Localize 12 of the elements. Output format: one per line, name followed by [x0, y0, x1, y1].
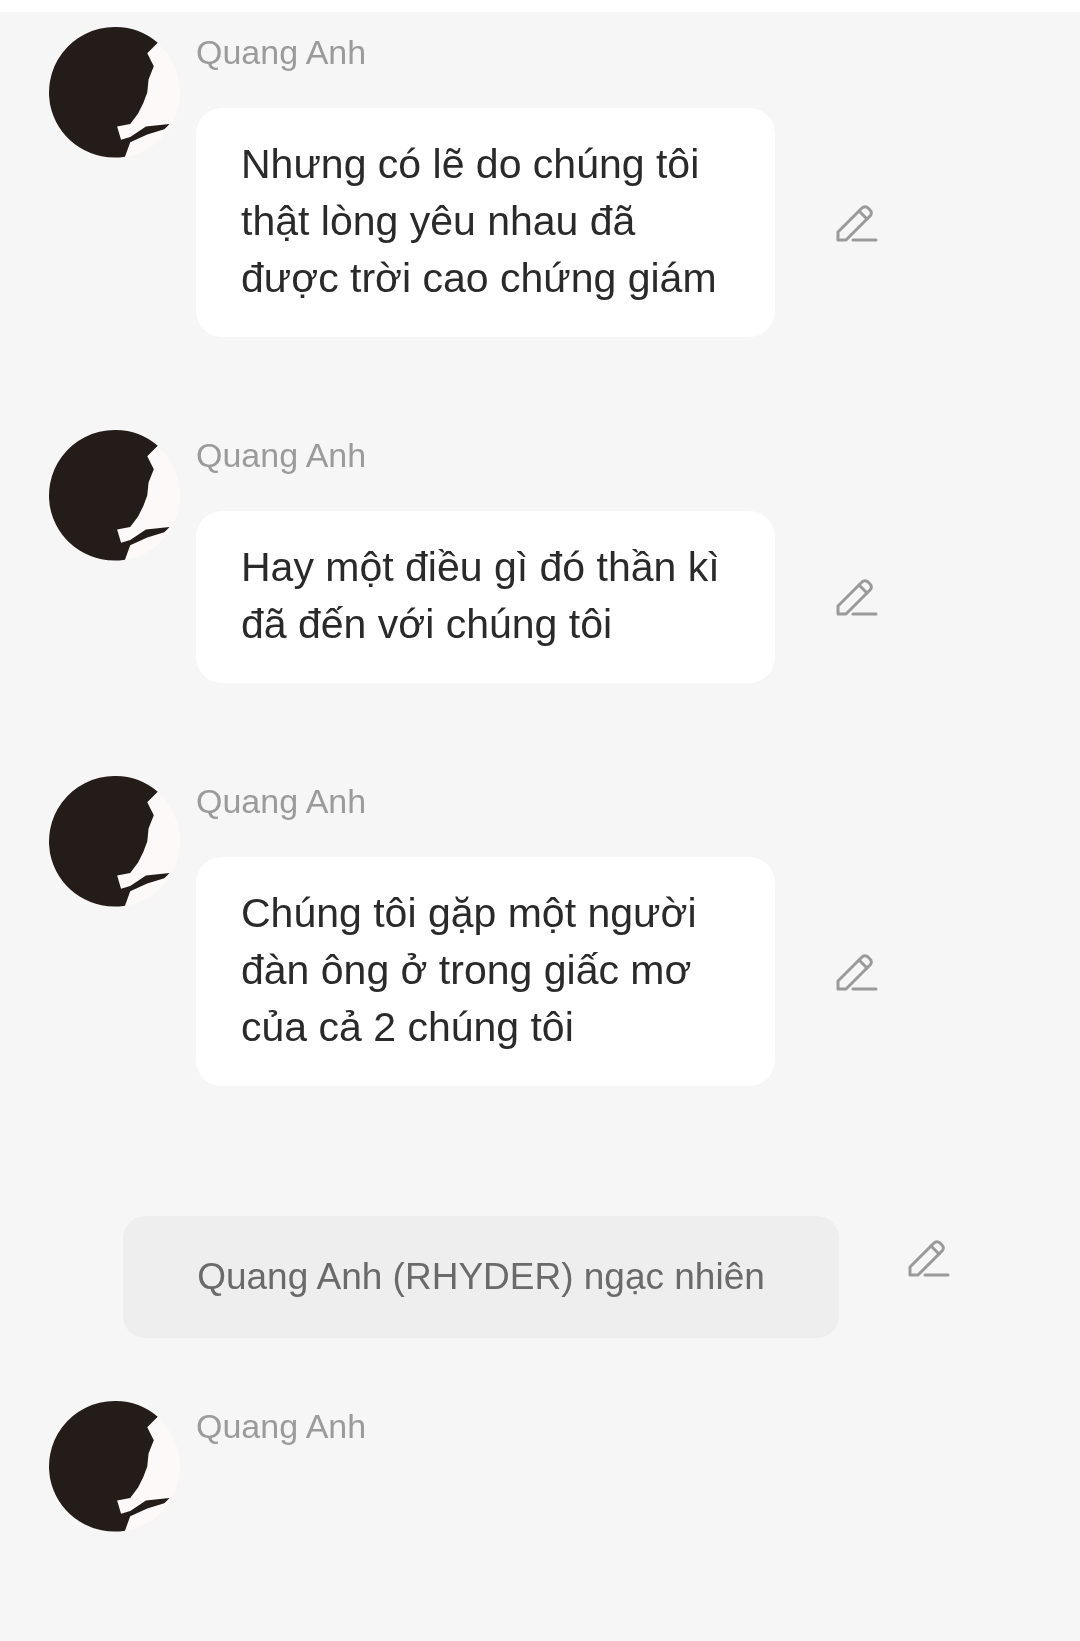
message-bubble: Nhưng có lẽ do chúng tôi thật lòng yêu nhau đã được trời cao chứng giám [196, 108, 775, 337]
sender-name: Quang Anh [196, 781, 368, 821]
narration-bubble: Quang Anh (RHYDER) ngạc nhiên [123, 1216, 839, 1338]
sender-name: Quang Anh [196, 435, 368, 475]
edit-icon[interactable] [835, 951, 879, 992]
edit-icon[interactable] [907, 1238, 951, 1278]
message-bubble: Chúng tôi gặp một người đàn ông ở trong giấc mơ của cả 2 chúng tôi [196, 857, 775, 1086]
message-bubble: Hay một điều gì đó thần kì đã đến với chúng tôi [196, 511, 775, 683]
sender-name: Quang Anh [196, 1406, 367, 1446]
sender-name: Quang Anh [196, 32, 368, 72]
edit-icon[interactable] [835, 202, 879, 243]
edit-icon[interactable] [835, 577, 879, 617]
